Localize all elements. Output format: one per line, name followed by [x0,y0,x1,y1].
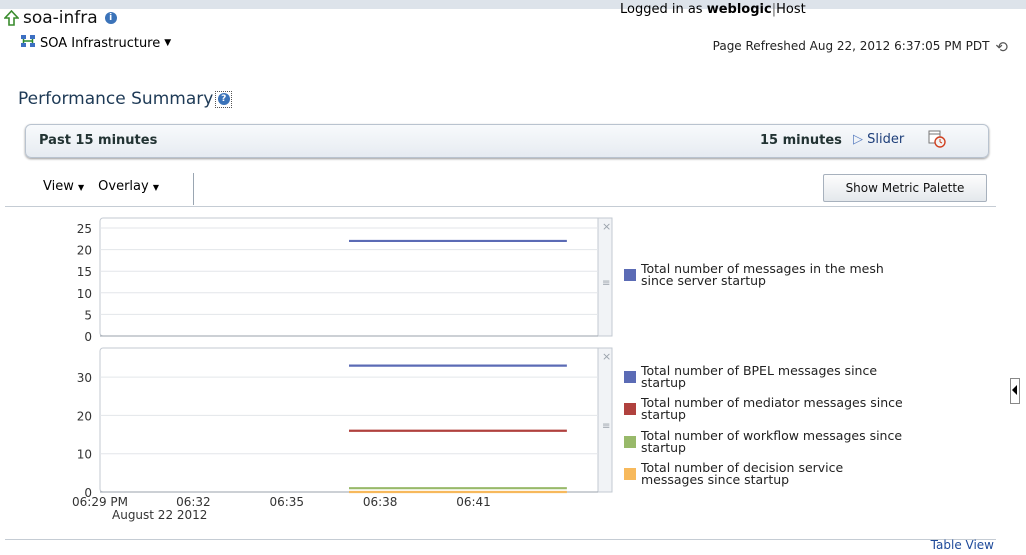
legend-label: Total number of mediator messages since s… [640,395,903,422]
y-tick-label: 5 [84,308,92,322]
y-tick-label: 20 [77,244,92,258]
legend-swatch [624,403,636,415]
x-sub-label: August 22 2012 [112,508,207,522]
legend-label: Total number of messages in the mesh sinc… [640,261,884,288]
legend-swatch [624,269,636,281]
grip-icon: ≡ [602,278,610,289]
legend-swatch [624,371,636,383]
x-tick-label: 06:35 [269,495,304,509]
legend-swatch [624,436,636,448]
y-tick-label: 20 [77,409,92,423]
chart-scrollbar [597,347,613,493]
y-tick-label: 10 [77,287,92,301]
legend-label: Total number of workflow messages since s… [640,428,902,455]
y-tick-label: 10 [77,448,92,462]
y-tick-label: 30 [77,371,92,385]
grip-icon: ≡ [602,421,610,432]
x-tick-label: 06:29 PM [72,495,128,509]
plot-frame [99,217,613,337]
arrow-left-icon [1012,385,1017,395]
y-tick-label: 25 [77,222,92,236]
x-tick-label: 06:32 [176,495,211,509]
x-tick-label: 06:41 [456,495,491,509]
legend-swatch [624,468,636,480]
collapse-pane-handle[interactable] [1010,378,1020,404]
charts-svg: × ≡ 0 5 10 15 20 25 Total number of messages in … [72,217,903,522]
messages-chart: × ≡ 0 5 10 15 20 25 Total number of messages in … [77,217,884,344]
y-tick-label: 0 [84,330,92,344]
close-icon: × [602,350,611,363]
legend-label: Total number of BPEL messages since start… [640,363,877,390]
x-tick-label: 06:38 [363,495,398,509]
engine-messages-chart: ×≡010203006:29 PM 06:32 06:35 06:38 06:41Aug… [72,347,903,522]
table-view-link[interactable]: Table View [931,538,994,552]
close-icon: × [602,220,611,233]
legend-label: Total number of decision service messages… [640,460,844,487]
y-tick-label: 15 [77,265,92,279]
chart-scrollbar [597,217,613,337]
plot-frame [99,347,613,493]
